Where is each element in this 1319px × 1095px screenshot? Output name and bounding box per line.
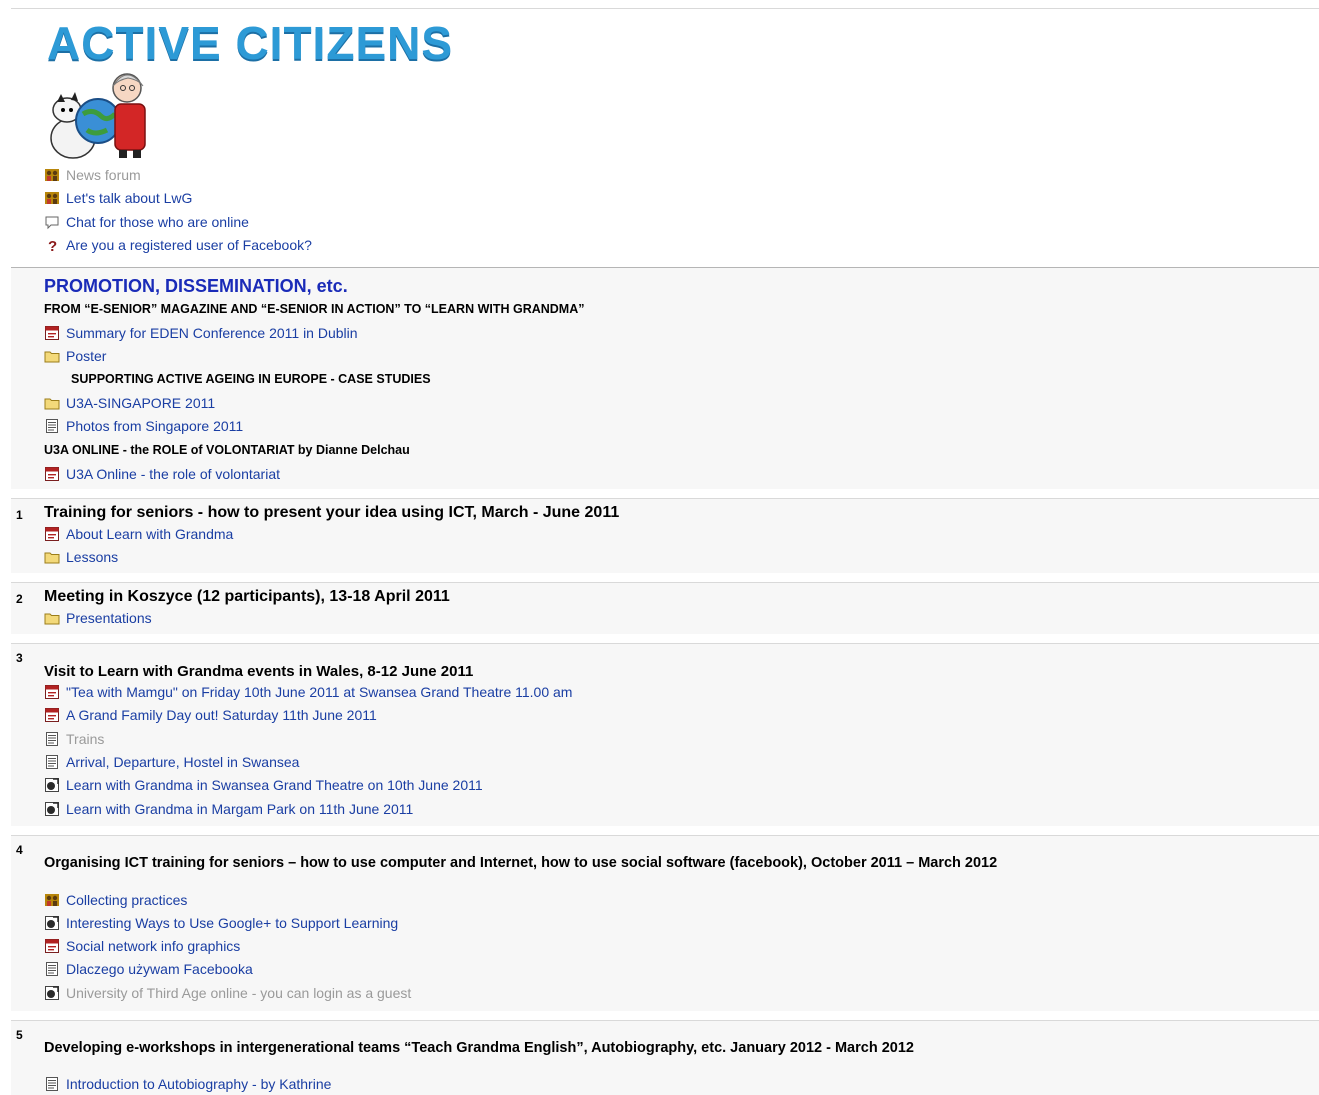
- url-icon: [44, 777, 60, 793]
- collecting-practices-link[interactable]: Collecting practices: [44, 890, 187, 910]
- url-icon: [44, 985, 60, 1001]
- pdf-icon: [44, 707, 60, 723]
- facebook-question-link[interactable]: Are you a registered user of Facebook?: [44, 235, 312, 255]
- topic-title: Organising ICT training for seniors – ho…: [44, 855, 998, 871]
- chat-link[interactable]: Chat for those who are online: [44, 212, 249, 232]
- pdf-icon: [44, 466, 60, 482]
- folder-icon: [44, 610, 60, 626]
- swansea-theatre-link[interactable]: Learn with Grandma in Swansea Grand Thea…: [44, 775, 483, 795]
- google-plus-link[interactable]: Interesting Ways to Use Google+ to Suppo…: [44, 913, 398, 933]
- trains-link[interactable]: Trains: [44, 729, 104, 749]
- u3a-online-link[interactable]: U3A Online - the role of volontariat: [44, 464, 280, 484]
- poster-folder-link[interactable]: Poster: [44, 346, 106, 366]
- folder-icon: [44, 549, 60, 565]
- page-icon: [44, 418, 60, 434]
- topic-title: Training for seniors - how to present yo…: [44, 504, 620, 521]
- url-icon: [44, 801, 60, 817]
- margam-park-link[interactable]: Learn with Grandma in Margam Park on 11t…: [44, 799, 413, 819]
- topic-3-section: 3 Visit to Learn with Grandma events in …: [11, 643, 1319, 826]
- lessons-folder-link[interactable]: Lessons: [44, 547, 118, 567]
- autobiography-intro-link[interactable]: Introduction to Autobiography - by Kathr…: [44, 1074, 331, 1094]
- promotion-heading: PROMOTION, DISSEMINATION, etc.: [44, 275, 348, 296]
- page-banner-title: ACTIVE CITIZENS: [47, 17, 454, 69]
- presentations-folder-link[interactable]: Presentations: [44, 608, 152, 628]
- topic-5-section: 5 Developing e-workshops in intergenerat…: [11, 1020, 1319, 1095]
- page-icon: [44, 731, 60, 747]
- topic-number: 4: [16, 843, 23, 857]
- u3a-singapore-folder-link[interactable]: U3A-SINGAPORE 2011: [44, 393, 215, 413]
- promotion-label-active-ageing: SUPPORTING ACTIVE AGEING IN EUROPE - CAS…: [71, 372, 431, 386]
- pdf-icon: [44, 526, 60, 542]
- question-icon: [44, 237, 60, 253]
- news-forum-link[interactable]: News forum: [44, 165, 141, 185]
- topic-4-section: 4 Organising ICT training for seniors – …: [11, 835, 1319, 1011]
- topic-1-section: 1 Training for seniors - how to present …: [11, 498, 1319, 573]
- topic-number: 5: [16, 1028, 23, 1042]
- topic-title: Visit to Learn with Grandma events in Wa…: [44, 662, 474, 680]
- arrival-departure-link[interactable]: Arrival, Departure, Hostel in Swansea: [44, 752, 299, 772]
- topic-title: Meeting in Koszyce (12 participants), 13…: [44, 588, 450, 605]
- eden-summary-link[interactable]: Summary for EDEN Conference 2011 in Dubl…: [44, 323, 358, 343]
- page-icon: [44, 1076, 60, 1092]
- topic-title: Developing e-workshops in intergeneratio…: [44, 1040, 914, 1056]
- tea-with-mamgu-link[interactable]: "Tea with Mamgu" on Friday 10th June 201…: [44, 682, 572, 702]
- photos-singapore-link[interactable]: Photos from Singapore 2011: [44, 416, 243, 436]
- grandma-mascot-image: [50, 73, 146, 159]
- forum-icon: [44, 892, 60, 908]
- topic-number: 2: [16, 592, 23, 606]
- promotion-label-u3a-online: U3A ONLINE - the ROLE of VOLONTARIAT by …: [44, 443, 410, 457]
- grand-family-day-link[interactable]: A Grand Family Day out! Saturday 11th Ju…: [44, 705, 377, 725]
- topic-number: 1: [16, 508, 23, 522]
- url-icon: [44, 915, 60, 931]
- page-icon: [44, 961, 60, 977]
- u3a-guest-login-link[interactable]: University of Third Age online - you can…: [44, 983, 411, 1003]
- dlaczego-facebooka-link[interactable]: Dlaczego używam Facebooka: [44, 959, 253, 979]
- page-icon: [44, 754, 60, 770]
- pdf-icon: [44, 684, 60, 700]
- pdf-icon: [44, 325, 60, 341]
- forum-icon: [44, 167, 60, 183]
- topic-2-section: 2 Meeting in Koszyce (12 participants), …: [11, 582, 1319, 634]
- pdf-icon: [44, 938, 60, 954]
- chat-icon: [44, 214, 60, 230]
- social-network-infographics-link[interactable]: Social network info graphics: [44, 936, 240, 956]
- topic-number: 3: [16, 651, 23, 665]
- promotion-section: PROMOTION, DISSEMINATION, etc. FROM “E-S…: [11, 267, 1319, 489]
- forum-icon: [44, 190, 60, 206]
- lets-talk-forum-link[interactable]: Let's talk about LwG: [44, 188, 192, 208]
- about-learn-with-grandma-link[interactable]: About Learn with Grandma: [44, 524, 233, 544]
- folder-icon: [44, 348, 60, 364]
- top-divider: [11, 8, 1319, 9]
- promotion-label-esenior: FROM “E-SENIOR” MAGAZINE AND “E-SENIOR I…: [44, 302, 585, 316]
- folder-icon: [44, 395, 60, 411]
